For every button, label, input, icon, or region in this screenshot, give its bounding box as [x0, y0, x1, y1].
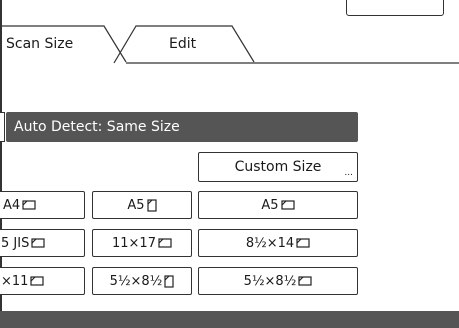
tab-edit[interactable]: Edit [169, 36, 196, 52]
size-button-11x17-landscape[interactable]: 11×17 [92, 229, 192, 257]
custom-size-more-indicator: ... [344, 168, 353, 178]
landscape-paper-icon [22, 200, 36, 210]
auto-detect-button[interactable]: Auto Detect: Same Size [6, 112, 358, 142]
size-label: A4 [3, 197, 21, 213]
size-button-5-5x8-5-portrait[interactable]: 5½×8½ [92, 267, 192, 295]
tab-scan-size[interactable]: Scan Size [6, 36, 73, 52]
size-button-a5-landscape[interactable]: A5 [198, 191, 358, 219]
tab-outline [0, 25, 459, 64]
size-label: A5 [261, 197, 279, 213]
landscape-paper-icon [158, 238, 172, 248]
landscape-paper-icon [280, 200, 295, 210]
size-label: 5½×8½ [243, 273, 297, 289]
size-label: A5 [127, 197, 145, 213]
landscape-paper-icon [296, 238, 310, 248]
portrait-paper-icon [164, 274, 174, 288]
size-button-a5-portrait[interactable]: A5 [92, 191, 192, 219]
portrait-paper-icon [146, 198, 157, 212]
size-label: ×11 [1, 273, 29, 289]
custom-size-label: Custom Size [234, 159, 322, 175]
auto-detect-edge [0, 112, 5, 142]
size-label: 5 JIS [1, 235, 30, 251]
size-label: 5½×8½ [109, 273, 163, 289]
size-button-8-5x11-landscape[interactable]: ×11 [0, 267, 85, 295]
landscape-paper-icon [30, 276, 45, 286]
size-label: 8½×14 [245, 235, 295, 251]
auto-detect-label: Auto Detect: Same Size [14, 119, 180, 135]
size-button-5-5x8-5-landscape[interactable]: 5½×8½ [198, 267, 358, 295]
bottom-status-bar [0, 311, 459, 328]
size-button-b5-jis-landscape[interactable]: 5 JIS [0, 229, 85, 257]
landscape-paper-icon [298, 276, 312, 286]
custom-size-button[interactable]: Custom Size ... [198, 152, 358, 182]
size-label: 11×17 [112, 235, 156, 251]
scan-size-panel: Scan Size Edit Auto Detect: Same Size Cu… [0, 0, 459, 328]
size-button-a4-landscape[interactable]: A4 [0, 191, 85, 219]
landscape-paper-icon [31, 238, 45, 248]
size-button-8-5x14-landscape[interactable]: 8½×14 [198, 229, 358, 257]
